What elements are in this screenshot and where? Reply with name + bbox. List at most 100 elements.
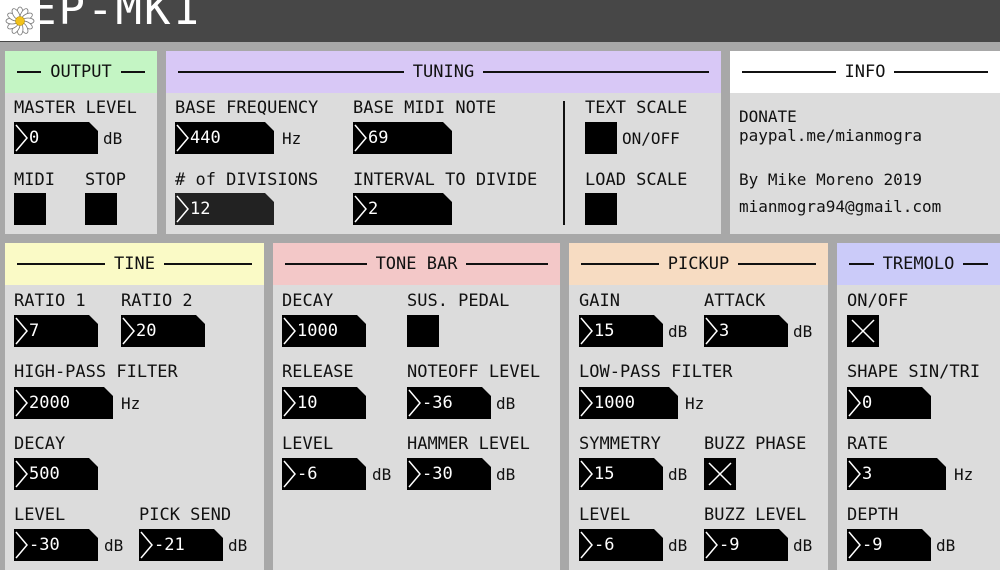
buzz-level-label: BUZZ LEVEL [704,505,807,525]
number-arrow-icon [579,387,593,419]
high-pass-filter-unit: Hz [121,394,141,413]
tremolo-panel: TREMOLO ON/OFF SHAPE SIN/TRI 0 RATE 3 Hz… [837,243,1000,570]
number-arrow-icon [353,122,367,154]
pick-send-number[interactable]: -21 [139,529,223,561]
midi-toggle[interactable] [14,193,46,225]
noteoff-level-number[interactable]: -36 [407,387,491,419]
text-scale-label: TEXT SCALE [585,98,688,118]
ratio-1-number[interactable]: 7 [14,315,98,347]
tine-level-value: -30 [29,535,60,555]
divisions-number[interactable]: 12 [175,193,274,225]
hammer-level-value: -30 [422,464,453,484]
number-arrow-icon [407,387,421,419]
load-scale-label: LOAD SCALE [585,170,688,190]
depth-unit: dB [936,536,956,555]
buzz-level-value: -9 [719,535,740,555]
number-arrow-icon [14,529,28,561]
sus-pedal-label: SUS. PEDAL [407,291,510,311]
low-pass-filter-value: 1000 [594,393,635,413]
tone-bar-title: TONE BAR [375,254,458,274]
number-arrow-icon [282,458,296,490]
author-credit: By Mike Moreno 2019 [739,170,923,189]
sus-pedal-toggle[interactable] [407,315,439,347]
number-arrow-icon [175,122,189,154]
ratio-1-label: RATIO 1 [14,291,86,311]
divisions-label: # of DIVISIONS [175,170,319,190]
base-frequency-number[interactable]: 440 [175,122,274,154]
info-panel: INFO DONATE paypal.me/mianmogra By Mike … [730,51,1000,234]
rate-number[interactable]: 3 [847,458,946,490]
tone-bar-level-number[interactable]: -6 [282,458,366,490]
tuning-divider [563,101,565,225]
noteoff-level-unit: dB [496,394,516,413]
hammer-level-number[interactable]: -30 [407,458,491,490]
attack-unit: dB [793,322,813,341]
number-arrow-icon [14,458,28,490]
number-arrow-icon [704,315,718,347]
tine-decay-number[interactable]: 500 [14,458,98,490]
tone-bar-panel: TONE BAR DECAY 1000 SUS. PEDAL RELEASE 1… [273,243,560,570]
rate-label: RATE [847,434,888,454]
tremolo-onoff-label: ON/OFF [847,291,909,311]
divisions-value: 12 [190,199,211,219]
ratio-1-value: 7 [29,321,40,341]
release-number[interactable]: 10 [282,387,366,419]
base-frequency-unit: Hz [282,129,302,148]
buzz-level-number[interactable]: -9 [704,529,788,561]
tine-title: TINE [114,254,155,274]
hammer-level-unit: dB [496,465,516,484]
tremolo-onoff-toggle[interactable] [847,315,879,347]
gain-value: 15 [594,321,615,341]
master-level-unit: dB [103,129,123,148]
base-midi-note-number[interactable]: 69 [353,122,452,154]
symmetry-number[interactable]: 15 [579,458,663,490]
buzz-phase-toggle[interactable] [704,458,736,490]
depth-number[interactable]: -9 [847,529,931,561]
base-frequency-label: BASE FREQUENCY [175,98,319,118]
output-header: OUTPUT [5,51,157,93]
base-frequency-value: 440 [190,128,221,148]
author-email[interactable]: mianmogra94@gmail.com [739,197,941,216]
rate-unit: Hz [954,465,974,484]
gain-number[interactable]: 15 [579,315,663,347]
number-arrow-icon [121,315,135,347]
pickup-level-number[interactable]: -6 [579,529,663,561]
pick-send-unit: dB [228,536,248,555]
master-level-number[interactable]: 0 [14,122,98,154]
app-title: EP-MK1 [30,0,201,35]
base-midi-note-value: 69 [368,128,389,148]
tine-decay-value: 500 [29,464,60,484]
interval-to-divide-number[interactable]: 2 [353,193,452,225]
low-pass-filter-label: LOW-PASS FILTER [579,362,733,382]
tone-bar-decay-number[interactable]: 1000 [282,315,366,347]
load-scale-button[interactable] [585,193,617,225]
noteoff-level-label: NOTEOFF LEVEL [407,362,541,382]
master-level-value: 0 [29,128,40,148]
text-scale-toggle[interactable] [585,122,617,154]
paypal-link[interactable]: paypal.me/mianmogra [739,126,922,145]
pickup-level-label: LEVEL [579,505,631,525]
attack-number[interactable]: 3 [704,315,788,347]
symmetry-value: 15 [594,464,615,484]
shape-number[interactable]: 0 [847,387,931,419]
stop-toggle[interactable] [85,193,117,225]
high-pass-filter-number[interactable]: 2000 [14,387,113,419]
tine-level-number[interactable]: -30 [14,529,98,561]
tone-bar-header: TONE BAR [273,243,560,285]
low-pass-filter-unit: Hz [685,394,705,413]
number-arrow-icon [282,387,296,419]
shape-value: 0 [862,393,873,413]
low-pass-filter-number[interactable]: 1000 [579,387,678,419]
tine-panel: TINE RATIO 1 7 RATIO 2 20 HIGH-PASS FILT… [5,243,264,570]
interval-to-divide-label: INTERVAL TO DIVIDE [353,170,538,190]
number-arrow-icon [704,529,718,561]
attack-label: ATTACK [704,291,766,311]
tone-bar-decay-value: 1000 [297,321,338,341]
number-arrow-icon [14,122,28,154]
tremolo-title: TREMOLO [882,254,955,274]
buzz-phase-label: BUZZ PHASE [704,434,807,454]
symmetry-unit: dB [668,465,688,484]
ratio-2-number[interactable]: 20 [121,315,205,347]
info-header: INFO [730,51,1000,93]
rate-value: 3 [862,464,873,484]
